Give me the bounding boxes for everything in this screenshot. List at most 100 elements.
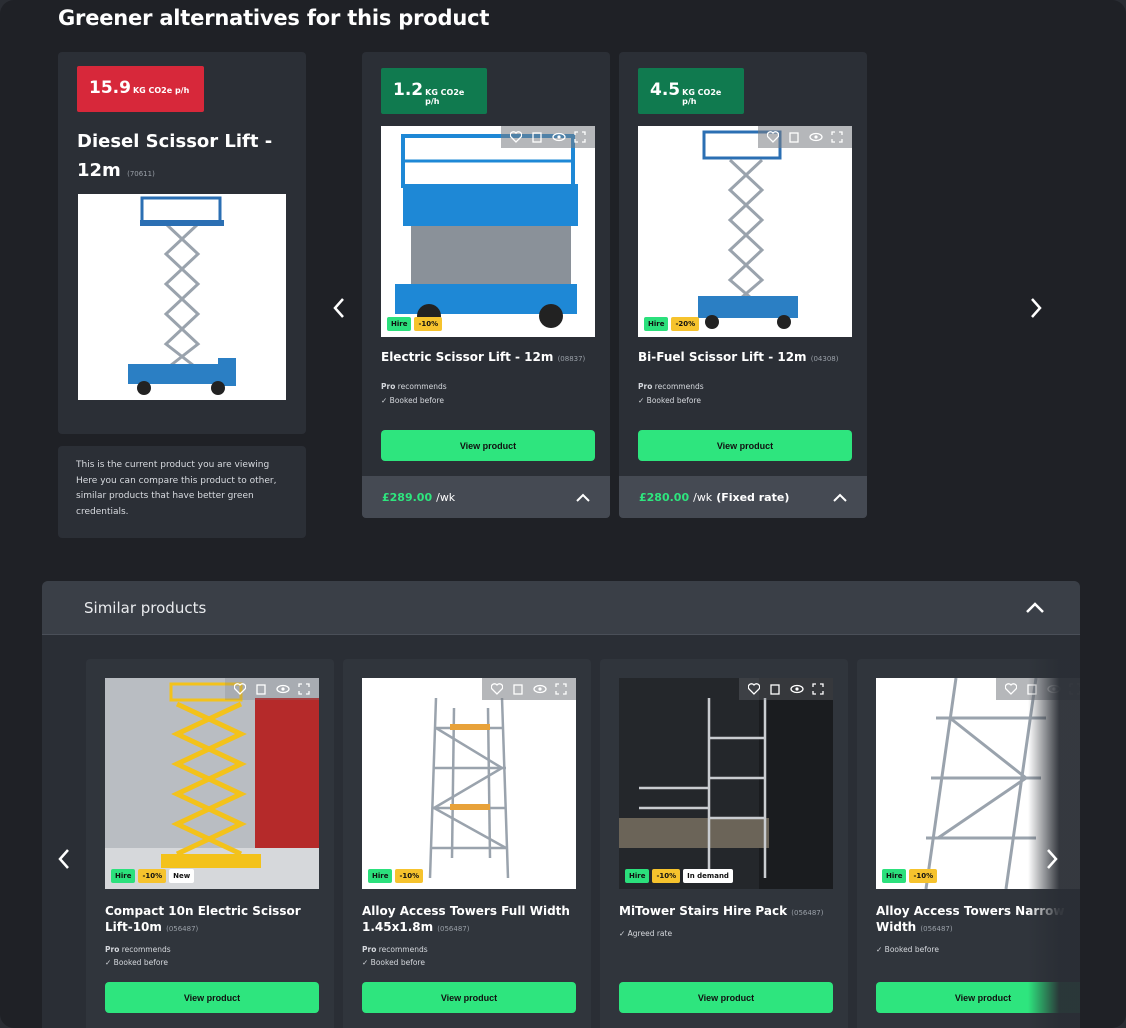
price-suffix: /wk xyxy=(693,490,713,504)
product-code: (08837) xyxy=(557,355,586,363)
product-code: (056487) xyxy=(166,925,199,933)
product-title[interactable]: Bi-Fuel Scissor Lift - 12m (04308) xyxy=(638,349,853,367)
discount-tag: -10% xyxy=(414,317,443,331)
similar-product-card: Hire -10% In demand MiTower Stairs Hire … xyxy=(600,659,848,1028)
eye-icon[interactable] xyxy=(533,682,547,696)
expand-icon[interactable] xyxy=(811,682,825,696)
current-product-name: Diesel Scissor Lift - 12m xyxy=(77,131,273,181)
hire-tag: Hire xyxy=(111,869,136,883)
hire-tag: Hire xyxy=(882,869,907,883)
expand-icon[interactable] xyxy=(297,682,311,696)
product-actions xyxy=(225,678,319,700)
discount-tag: -10% xyxy=(652,869,681,883)
meta-booked: ✓ Booked before xyxy=(381,396,444,405)
hire-tag: Hire xyxy=(387,317,412,331)
co2-value: 4.5 xyxy=(650,80,681,100)
product-actions xyxy=(739,678,833,700)
similar-next-button[interactable] xyxy=(1040,847,1064,871)
carousel-prev-button[interactable] xyxy=(327,296,351,320)
hire-tag: Hire xyxy=(625,869,650,883)
product-title[interactable]: Alloy Access Towers Full Width 1.45x1.8m… xyxy=(362,903,577,937)
product-image[interactable]: Hire -10% xyxy=(381,126,595,337)
expand-icon[interactable] xyxy=(554,682,568,696)
discount-tag: -10% xyxy=(138,869,167,883)
tag-list: Hire -10% xyxy=(387,317,443,331)
eye-icon[interactable] xyxy=(276,682,290,696)
chevron-up-icon[interactable] xyxy=(576,493,590,502)
clipboard-icon[interactable] xyxy=(254,682,268,696)
similar-products-title: Similar products xyxy=(84,598,207,617)
page-title: Greener alternatives for this product xyxy=(58,6,490,30)
price-bar[interactable]: £280.00 /wk (Fixed rate) xyxy=(619,476,867,518)
price-note: (Fixed rate) xyxy=(716,490,790,504)
discount-tag: -10% xyxy=(909,869,938,883)
heart-plus-icon[interactable] xyxy=(490,682,504,696)
chevron-left-icon xyxy=(58,849,69,869)
product-title[interactable]: Electric Scissor Lift - 12m (08837) xyxy=(381,349,596,367)
tag-list: Hire -10% xyxy=(882,869,938,883)
expand-icon[interactable] xyxy=(830,130,844,144)
price-bar[interactable]: £289.00 /wk xyxy=(362,476,610,518)
product-actions xyxy=(501,126,595,148)
product-image[interactable]: Hire -20% xyxy=(638,126,852,337)
meta-recommends: Pro recommends xyxy=(105,945,171,954)
meta-booked: ✓ Booked before xyxy=(362,958,425,967)
view-product-button[interactable]: View product xyxy=(619,982,833,1013)
chevron-right-icon xyxy=(1047,849,1058,869)
heart-plus-icon[interactable] xyxy=(1004,682,1018,696)
tag-list: Hire -10% New xyxy=(111,869,195,883)
similar-product-card: Hire -10% New Compact 10n Electric Sciss… xyxy=(86,659,334,1028)
product-code: (056487) xyxy=(920,925,953,933)
product-name: Compact 10n Electric Scissor Lift-10m xyxy=(105,904,301,934)
current-product-info: This is the current product you are view… xyxy=(58,446,306,538)
product-title[interactable]: Compact 10n Electric Scissor Lift-10m (0… xyxy=(105,903,320,937)
product-name: Bi-Fuel Scissor Lift - 12m xyxy=(638,350,807,364)
current-product-code: (70611) xyxy=(127,170,155,178)
view-product-button[interactable]: View product xyxy=(638,430,852,461)
co2-badge: 15.9 KG CO2e p/h xyxy=(77,66,204,112)
product-image[interactable]: Hire -10% New xyxy=(105,678,319,889)
chevron-up-icon[interactable] xyxy=(1026,602,1044,613)
similar-products-header[interactable]: Similar products xyxy=(42,581,1080,635)
meta-booked: ✓ Booked before xyxy=(638,396,701,405)
product-image[interactable]: Hire -10% In demand xyxy=(619,678,833,889)
clipboard-icon[interactable] xyxy=(530,130,544,144)
similar-product-card: Hire -10% Alloy Access Towers Full Width… xyxy=(343,659,591,1028)
product-image[interactable]: Hire -10% xyxy=(362,678,576,889)
tag-list: Hire -10% In demand xyxy=(625,869,733,883)
product-title[interactable]: MiTower Stairs Hire Pack (056487) xyxy=(619,903,834,921)
hire-tag: Hire xyxy=(644,317,669,331)
meta-booked: ✓ Booked before xyxy=(876,945,939,954)
heart-plus-icon[interactable] xyxy=(747,682,761,696)
view-product-button[interactable]: View product xyxy=(381,430,595,461)
meta-recommends: Pro recommends xyxy=(381,382,447,391)
product-name: MiTower Stairs Hire Pack xyxy=(619,904,788,918)
co2-badge: 1.2 KG CO2e p/h xyxy=(381,68,487,114)
carousel-next-button[interactable] xyxy=(1024,296,1048,320)
co2-unit: KG CO2e p/h xyxy=(682,88,722,106)
clipboard-icon[interactable] xyxy=(787,130,801,144)
similar-products-panel: Similar products Hire -10% New Compact 1… xyxy=(42,581,1080,1028)
similar-prev-button[interactable] xyxy=(52,847,76,871)
clipboard-icon[interactable] xyxy=(511,682,525,696)
co2-unit: KG CO2e p/h xyxy=(132,86,190,95)
expand-icon[interactable] xyxy=(573,130,587,144)
alternative-card: 4.5 KG CO2e p/h Hire -20% Bi-Fuel Scisso… xyxy=(619,52,867,518)
eye-icon[interactable] xyxy=(809,130,823,144)
heart-plus-icon[interactable] xyxy=(233,682,247,696)
carousel-fade xyxy=(1028,659,1080,1028)
meta-agreed-rate: ✓ Agreed rate xyxy=(619,929,673,938)
eye-icon[interactable] xyxy=(552,130,566,144)
heart-plus-icon[interactable] xyxy=(766,130,780,144)
current-product-image xyxy=(78,194,286,400)
page-frame: Greener alternatives for this product 15… xyxy=(0,0,1126,1028)
chevron-up-icon[interactable] xyxy=(833,493,847,502)
heart-plus-icon[interactable] xyxy=(509,130,523,144)
co2-unit: KG CO2e p/h xyxy=(425,88,465,106)
clipboard-icon[interactable] xyxy=(768,682,782,696)
discount-tag: -10% xyxy=(395,869,424,883)
view-product-button[interactable]: View product xyxy=(105,982,319,1013)
eye-icon[interactable] xyxy=(790,682,804,696)
view-product-button[interactable]: View product xyxy=(362,982,576,1013)
product-actions xyxy=(758,126,852,148)
